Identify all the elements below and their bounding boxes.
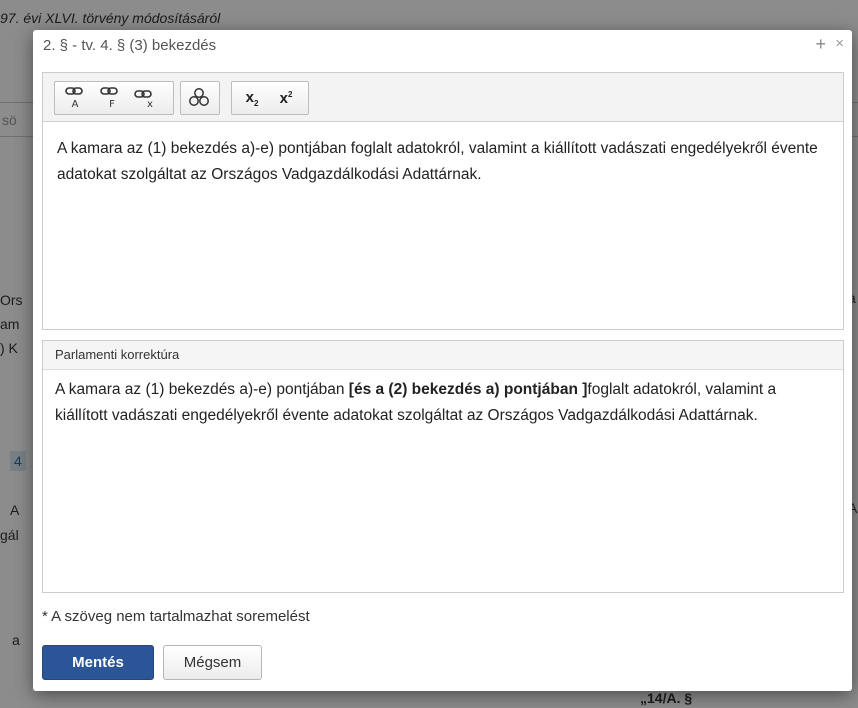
- correction-text-inserted: [és a (2) bekezdés a) pontjában ]: [348, 381, 588, 398]
- subscript-icon: x2: [245, 88, 259, 108]
- no-linebreak-note: * A szöveg nem tartalmazhat soremelést: [42, 608, 310, 625]
- text-editor: A F x x2 x2 A kamara az (1) bekezdés a)-…: [42, 72, 844, 330]
- toolbar-group-insert: [180, 81, 220, 115]
- correction-text-before: A kamara az (1) bekezdés a)-e) pontjában: [55, 381, 349, 398]
- toolbar-group-links: A F x: [54, 81, 174, 115]
- link-f-button[interactable]: F: [96, 83, 124, 113]
- editor-toolbar: A F x x2 x2: [43, 73, 843, 122]
- cancel-button[interactable]: Mégsem: [163, 645, 262, 680]
- correction-header: Parlamenti korrektúra: [43, 341, 843, 370]
- unlink-icon: x: [134, 86, 156, 110]
- correction-text: A kamara az (1) bekezdés a)-e) pontjában…: [43, 370, 843, 436]
- link-a-icon: A: [64, 86, 86, 110]
- unlink-button[interactable]: x: [131, 83, 159, 113]
- insert-special-button[interactable]: [185, 83, 213, 113]
- link-a-button[interactable]: A: [61, 83, 89, 113]
- superscript-icon: x2: [279, 89, 293, 107]
- editor-content[interactable]: A kamara az (1) bekezdés a)-e) pontjában…: [43, 122, 843, 202]
- save-button[interactable]: Mentés: [42, 645, 154, 680]
- superscript-button[interactable]: x2: [272, 83, 300, 113]
- svg-text:F: F: [109, 99, 115, 110]
- toolbar-group-script: x2 x2: [231, 81, 309, 115]
- edit-dialog: 2. § - tv. 4. § (3) bekezdés + × A F x x…: [33, 30, 852, 691]
- subscript-button[interactable]: x2: [238, 83, 266, 113]
- svg-text:A: A: [72, 99, 79, 110]
- svg-text:x: x: [147, 99, 153, 110]
- insert-special-icon: [188, 87, 210, 109]
- link-f-icon: F: [99, 86, 121, 110]
- correction-panel: Parlamenti korrektúra A kamara az (1) be…: [42, 340, 844, 593]
- maximize-button[interactable]: +: [815, 35, 826, 53]
- dialog-title: 2. § - tv. 4. § (3) bekezdés: [43, 37, 217, 54]
- close-button[interactable]: ×: [835, 36, 844, 52]
